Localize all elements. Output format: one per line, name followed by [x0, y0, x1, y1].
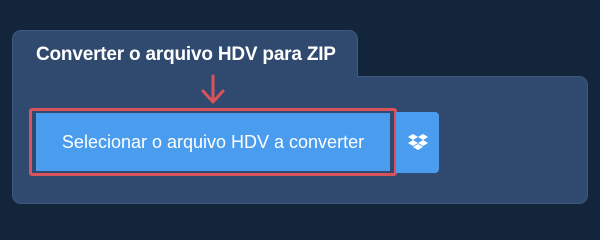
select-file-button[interactable]: Selecionar o arquivo HDV a converter [36, 113, 390, 171]
dropbox-button[interactable] [396, 112, 439, 173]
dropbox-icon [407, 133, 428, 150]
panel-seam [13, 70, 357, 84]
panel-title: Converter o arquivo HDV para ZIP [36, 44, 336, 65]
down-arrow-icon [201, 74, 225, 104]
